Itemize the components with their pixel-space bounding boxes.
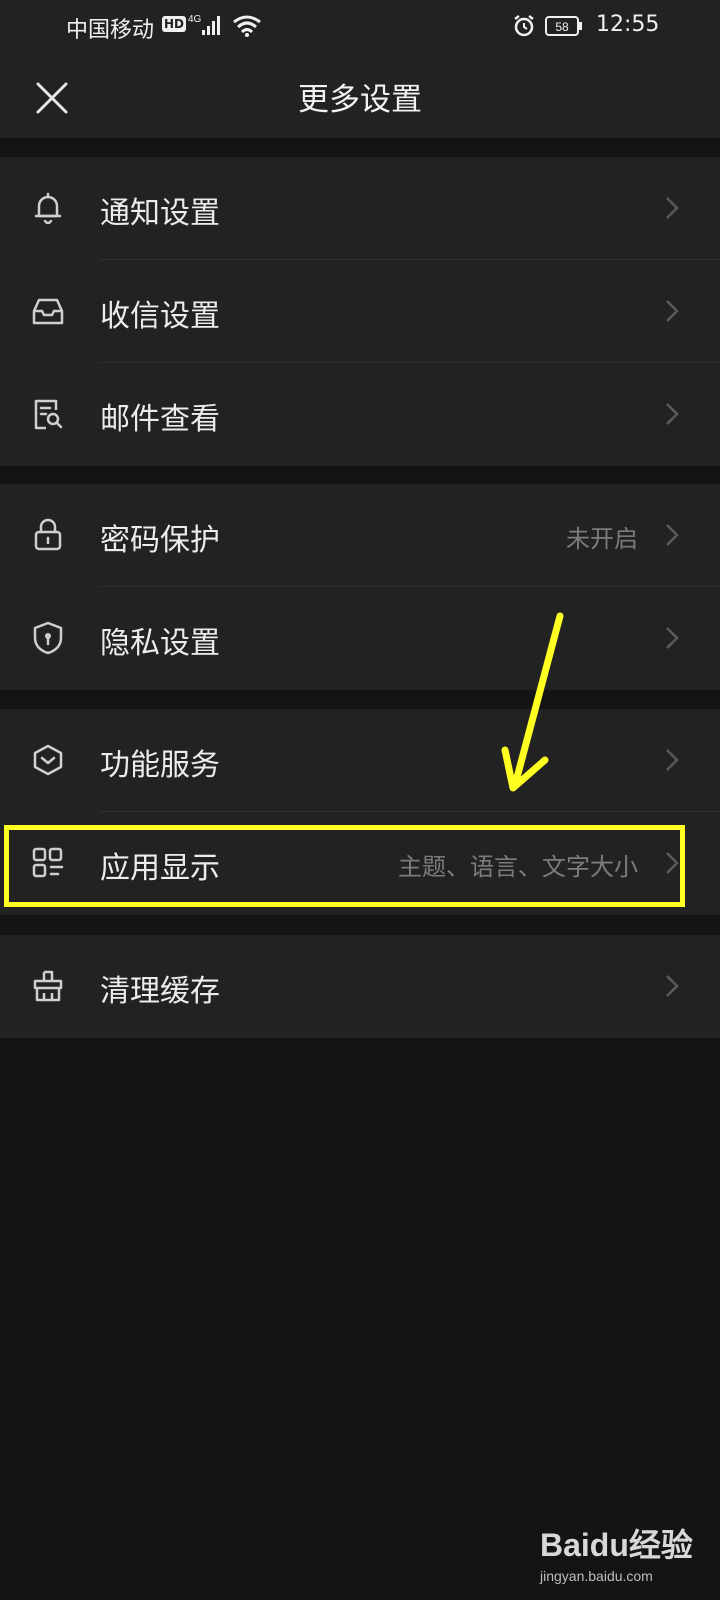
chevron-right-icon bbox=[666, 403, 679, 425]
box-icon bbox=[33, 744, 63, 776]
mail-view-icon bbox=[34, 399, 63, 430]
item-label: 密码保护 bbox=[100, 523, 220, 558]
annotation-arrow-icon bbox=[501, 612, 564, 792]
item-label: 邮件查看 bbox=[100, 402, 220, 437]
receive-settings-item[interactable]: 收信设置 bbox=[0, 260, 720, 363]
chevron-right-icon bbox=[666, 975, 679, 997]
page-title: 更多设置 bbox=[298, 82, 422, 118]
chevron-right-icon bbox=[666, 197, 679, 219]
privacy-settings-item[interactable]: 隐私设置 bbox=[0, 587, 720, 690]
svg-text:4G: 4G bbox=[188, 14, 202, 25]
chevron-right-icon bbox=[666, 627, 679, 649]
chevron-right-icon bbox=[666, 749, 679, 771]
carrier-name: 中国移动 bbox=[66, 18, 155, 43]
item-label: 收信设置 bbox=[100, 299, 220, 334]
clock: 12:55 bbox=[596, 12, 660, 37]
settings-group-4: 清理缓存 bbox=[0, 935, 720, 1038]
notification-settings-item[interactable]: 通知设置 bbox=[0, 157, 720, 260]
watermark-logo: Baidu经验 bbox=[540, 1527, 693, 1563]
mail-view-item[interactable]: 邮件查看 bbox=[0, 363, 720, 466]
wifi-icon bbox=[233, 15, 261, 37]
item-value: 未开启 bbox=[566, 525, 638, 553]
settings-group-1: 通知设置 收信设置 邮件查看 bbox=[0, 157, 720, 466]
function-services-item[interactable]: 功能服务 bbox=[0, 709, 720, 812]
shield-lock-icon bbox=[33, 621, 63, 655]
bell-icon bbox=[34, 192, 62, 225]
signal-icon: 4G bbox=[188, 14, 220, 35]
chevron-right-icon bbox=[666, 524, 679, 546]
watermark-url: jingyan.baidu.com bbox=[540, 1568, 653, 1584]
settings-group-2: 密码保护 未开启 隐私设置 bbox=[0, 484, 720, 690]
item-label: 通知设置 bbox=[100, 196, 220, 231]
watermark: Baidu经验 jingyan.baidu.com bbox=[540, 1520, 693, 1584]
item-label: 清理缓存 bbox=[100, 974, 220, 1009]
alarm-icon bbox=[514, 15, 534, 37]
hd-badge: HD bbox=[162, 16, 187, 32]
inbox-icon bbox=[32, 298, 64, 325]
battery-icon: 58 bbox=[545, 16, 582, 36]
broom-icon bbox=[33, 970, 63, 1002]
password-protection-item[interactable]: 密码保护 未开启 bbox=[0, 484, 720, 587]
clear-cache-item[interactable]: 清理缓存 bbox=[0, 935, 720, 1038]
lock-icon bbox=[34, 518, 62, 551]
annotation-highlight-box bbox=[4, 825, 685, 907]
app-header: 更多设置 bbox=[0, 56, 720, 138]
item-label: 隐私设置 bbox=[100, 626, 220, 661]
svg-text:58: 58 bbox=[555, 20, 569, 34]
status-bar: 中国移动 HD 4G 58 12:55 bbox=[0, 0, 720, 56]
item-label: 功能服务 bbox=[100, 748, 220, 783]
chevron-right-icon bbox=[666, 300, 679, 322]
